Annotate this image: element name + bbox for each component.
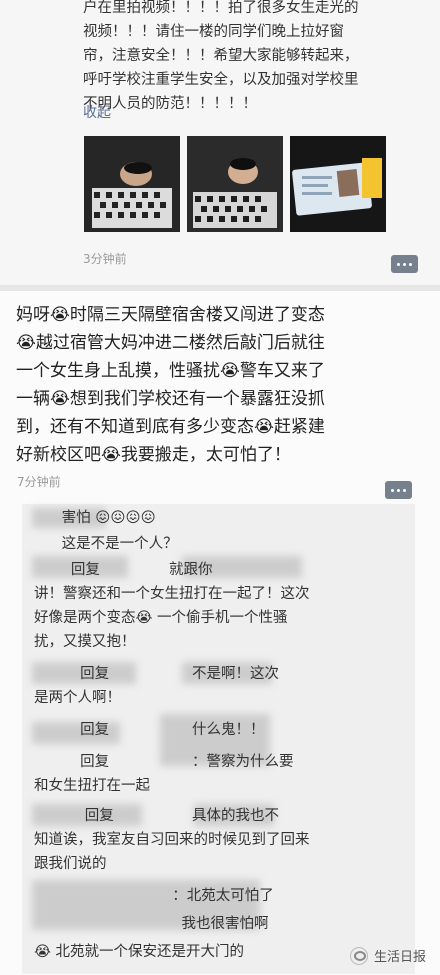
comment-line: 我也很害怕啊 — [34, 916, 269, 932]
comment-section: 害怕 😖😖😖😖 这是不是一个人？ 回复 就跟你 讲！警察还和一个女生扭打在一起了… — [22, 504, 415, 974]
post-1-photo-3-id-card[interactable] — [290, 136, 386, 232]
comment-line: 回复 什么鬼！！ — [34, 722, 265, 738]
comment-line: 这是不是一个人？ — [34, 536, 178, 552]
post-1-timestamp: 3分钟前 — [83, 252, 127, 266]
comment-line: ：北苑太可怕了 — [34, 888, 274, 904]
comment-line: 回复 具体的我也不 — [34, 808, 280, 824]
moment-post-2: 妈呀😭时隔三天隔壁宿舍楼又闯进了变态 😭越过宿管大妈冲进二楼然后敲门后就往 一个… — [0, 291, 440, 975]
post-1-photo-2[interactable] — [187, 136, 283, 232]
comment-line: 讲！警察还和一个女生扭打在一起了！这次 — [34, 586, 310, 602]
post-2-comment-button[interactable] — [385, 481, 412, 499]
comment-line: 知道诶，我室友自习回来的时候见到了回来 — [34, 832, 310, 848]
comment-line: 扰，又摸又抱！ — [34, 634, 136, 650]
comment-line: 回复 就跟你 — [34, 562, 213, 578]
comment-line: 是两个人啊！ — [34, 690, 121, 706]
post-2-text: 妈呀😭时隔三天隔壁宿舍楼又闯进了变态 😭越过宿管大妈冲进二楼然后敲门后就往 一个… — [16, 305, 325, 465]
wechat-channel-icon — [349, 946, 368, 965]
post-1-text: 户在里拍视频！！！！拍了很多女生走光的 视频！！！请住一楼的同学们晚上拉好窗 帘… — [83, 0, 359, 112]
comment-line: 回复 ：警察为什么要 — [34, 754, 294, 770]
comment-line: 和女生扭打在一起 — [34, 778, 150, 794]
collapse-link[interactable]: 收起 — [83, 102, 111, 122]
watermark: 生活日报 — [349, 946, 426, 965]
post-1-photo-1[interactable] — [84, 136, 180, 232]
post-2-timestamp: 7分钟前 — [17, 475, 61, 489]
watermark-text: 生活日报 — [373, 950, 426, 965]
comment-line: 害怕 😖😖😖😖 — [34, 510, 156, 526]
post-1-comment-button[interactable] — [391, 255, 418, 273]
comment-line: 好像是两个变态😭 一个偷手机一个性骚 — [34, 610, 288, 626]
comment-line: 😭 北苑就一个保安还是开大门的 — [34, 944, 245, 960]
moment-post-1: 户在里拍视频！！！！拍了很多女生走光的 视频！！！请住一楼的同学们晚上拉好窗 帘… — [0, 0, 440, 285]
comment-line: 回复 不是啊！这次 — [34, 666, 280, 682]
comment-line: 跟我们说的 — [34, 856, 107, 872]
